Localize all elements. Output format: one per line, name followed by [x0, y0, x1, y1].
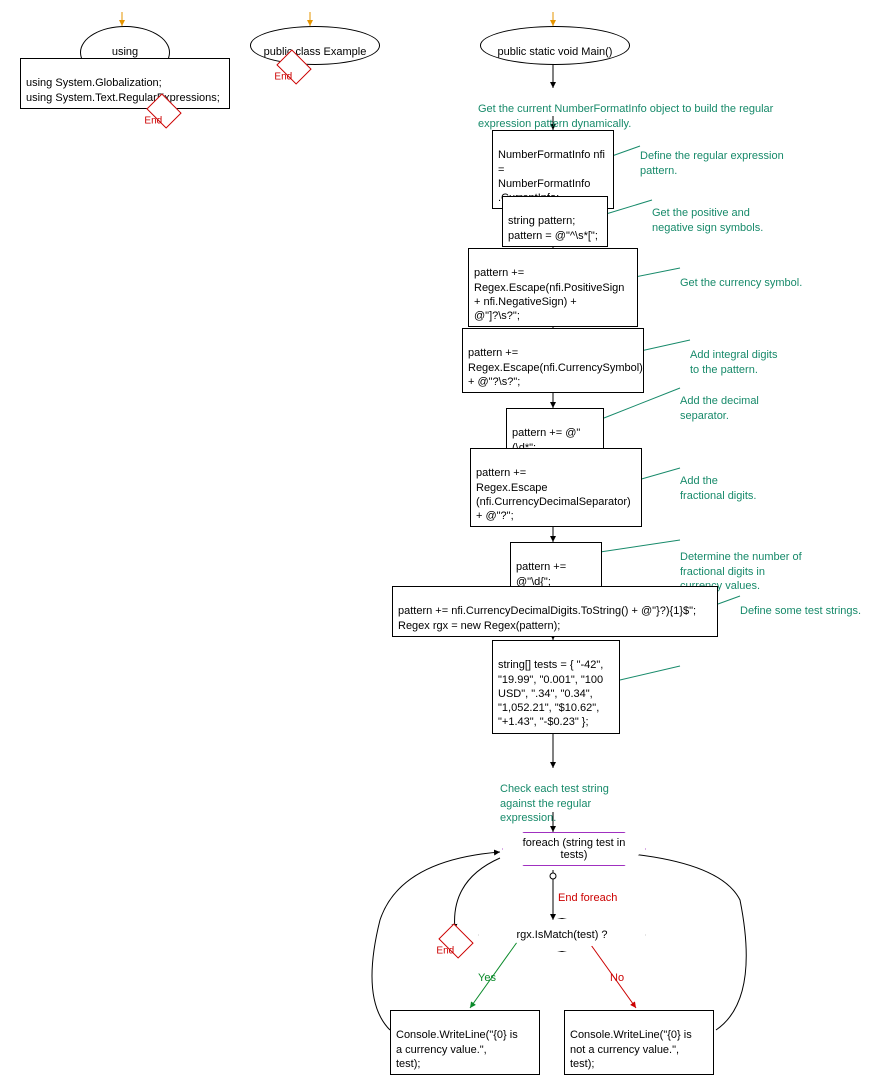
node-text: public class Example	[264, 46, 367, 58]
comment-c5: Add integral digits to the pattern.	[690, 334, 777, 377]
end-node-loop: End	[438, 923, 473, 958]
end-label: End	[144, 111, 162, 133]
comment-c9: Define some test strings.	[740, 590, 861, 619]
node-n6: pattern += Regex.Escape (nfi.CurrencyDec…	[470, 448, 642, 527]
node-text: string pattern; pattern = @"^\s*[";	[508, 215, 598, 241]
comment-c8: Determine the number of fractional digit…	[680, 536, 802, 593]
comment-c3: Get the positive and negative sign symbo…	[652, 192, 763, 235]
node-n9: string[] tests = { "-42", "19.99", "0.00…	[492, 640, 620, 734]
end-label: End	[274, 67, 292, 89]
node-text: Console.WriteLine("{0} is not a currency…	[570, 1029, 692, 1070]
comment-text: Define some test strings.	[740, 605, 861, 617]
node-text: foreach (string test in tests)	[523, 837, 626, 861]
label-text: No	[610, 972, 624, 984]
comment-text: Check each test string against the regul…	[500, 783, 609, 824]
comment-text: Add integral digits to the pattern.	[690, 349, 777, 375]
node-class: public class Example	[250, 26, 380, 65]
label-text: End foreach	[558, 892, 617, 904]
node-text: pattern += @"\d{";	[516, 561, 566, 587]
node-text: pattern += Regex.Escape(nfi.CurrencySymb…	[468, 347, 643, 388]
node-text: pattern += Regex.Escape (nfi.CurrencyDec…	[476, 467, 631, 522]
end-label: End	[436, 941, 454, 963]
label-text: Yes	[478, 972, 496, 984]
node-n8: pattern += nfi.CurrencyDecimalDigits.ToS…	[392, 586, 718, 637]
comment-text: Get the currency symbol.	[680, 277, 802, 289]
node-using-decl: using System.Globalization; using System…	[20, 58, 230, 109]
node-text: public static void Main()	[498, 46, 613, 58]
node-text: rgx.IsMatch(test) ?	[516, 929, 607, 941]
branch-yes-label: Yes	[478, 972, 496, 984]
comment-c6: Add the decimal separator.	[680, 380, 759, 423]
comment-text: Get the current NumberFormatInfo object …	[478, 103, 773, 129]
node-text: Console.WriteLine("{0} is a currency val…	[396, 1029, 518, 1070]
node-yes-out: Console.WriteLine("{0} is a currency val…	[390, 1010, 540, 1075]
node-main: public static void Main()	[480, 26, 630, 65]
comment-c4: Get the currency symbol.	[680, 262, 802, 291]
comment-c1: Get the current NumberFormatInfo object …	[478, 88, 788, 131]
comment-text: Define the regular expression pattern.	[640, 150, 784, 176]
comment-text: Get the positive and negative sign symbo…	[652, 207, 763, 233]
node-n3: pattern += Regex.Escape(nfi.PositiveSign…	[468, 248, 638, 327]
node-text: pattern += nfi.CurrencyDecimalDigits.ToS…	[398, 605, 696, 631]
comment-text: Add the fractional digits.	[680, 475, 756, 501]
comment-text: Add the decimal separator.	[680, 395, 759, 421]
branch-no-label: No	[610, 972, 624, 984]
node-no-out: Console.WriteLine("{0} is not a currency…	[564, 1010, 714, 1075]
node-n4: pattern += Regex.Escape(nfi.CurrencySymb…	[462, 328, 644, 393]
end-foreach-label: End foreach	[558, 892, 617, 904]
comment-c7: Add the fractional digits.	[680, 460, 756, 503]
decision-ismatch: rgx.IsMatch(test) ?	[478, 918, 646, 952]
loop-foreach: foreach (string test in tests)	[502, 832, 646, 866]
node-n2: string pattern; pattern = @"^\s*[";	[502, 196, 608, 247]
comment-c10: Check each test string against the regul…	[500, 768, 609, 825]
comment-c2: Define the regular expression pattern.	[640, 135, 784, 178]
node-text: using System.Globalization; using System…	[26, 77, 220, 103]
node-text: string[] tests = { "-42", "19.99", "0.00…	[498, 659, 603, 728]
node-text: pattern += Regex.Escape(nfi.PositiveSign…	[474, 267, 624, 322]
